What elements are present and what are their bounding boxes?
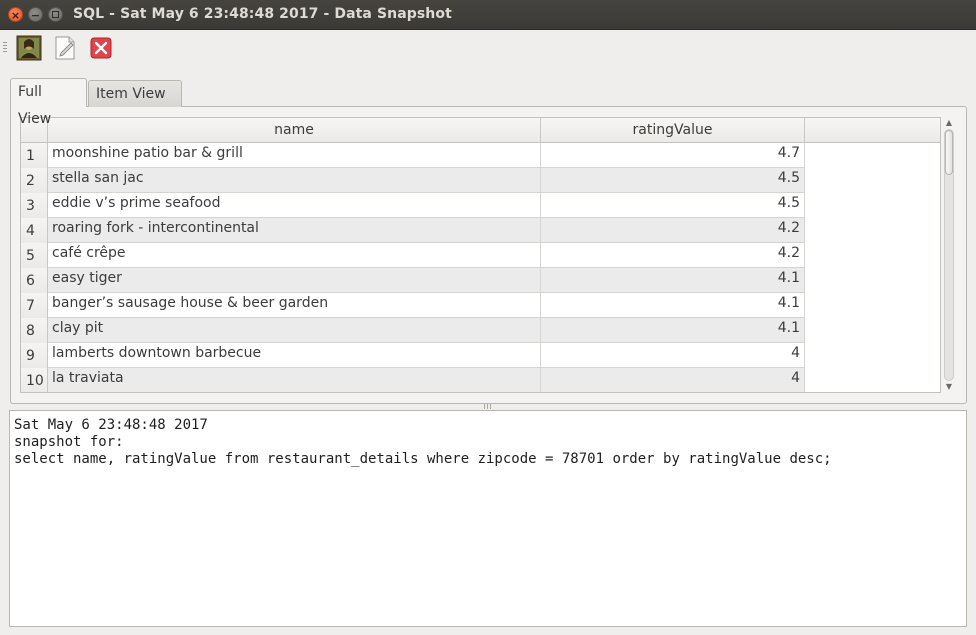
- results-table[interactable]: name ratingValue 1 moonshine patio bar &…: [20, 117, 941, 393]
- delete-button[interactable]: [88, 35, 114, 61]
- portrait-image-icon: [16, 35, 42, 61]
- cell-name[interactable]: lamberts downtown barbecue: [48, 343, 541, 368]
- delete-icon: [90, 37, 112, 59]
- window-title: SQL - Sat May 6 23:48:48 2017 - Data Sna…: [73, 6, 452, 22]
- scroll-track[interactable]: [944, 129, 954, 381]
- window-close-button[interactable]: ×: [8, 7, 23, 22]
- row-header[interactable]: 6: [21, 268, 48, 293]
- table-row[interactable]: 6 easy tiger 4.1: [21, 268, 805, 293]
- document-edit-icon: [55, 36, 75, 60]
- table-row[interactable]: 1 moonshine patio bar & grill 4.7: [21, 143, 805, 168]
- cell-ratingvalue[interactable]: 4.1: [541, 293, 805, 318]
- cell-name[interactable]: eddie v’s prime seafood: [48, 193, 541, 218]
- tab-item-view[interactable]: Item View: [88, 80, 182, 107]
- scroll-up-arrow-icon[interactable]: ▲: [943, 117, 955, 129]
- table-row[interactable]: 4 roaring fork - intercontinental 4.2: [21, 218, 805, 243]
- snapshot-info-text[interactable]: Sat May 6 23:48:48 2017 snapshot for: sele…: [9, 410, 967, 627]
- splitter-handle[interactable]: [484, 404, 492, 409]
- table-empty-area: [805, 143, 940, 392]
- window-minimize-button[interactable]: −: [28, 7, 43, 22]
- table-row[interactable]: 5 café crêpe 4.2: [21, 243, 805, 268]
- portrait-image-button[interactable]: [16, 35, 42, 61]
- snapshot-timestamp: Sat May 6 23:48:48 2017: [14, 417, 208, 433]
- maximize-icon: [52, 11, 59, 18]
- toolbar-grip[interactable]: [3, 42, 7, 54]
- row-header[interactable]: 8: [21, 318, 48, 343]
- cell-name[interactable]: moonshine patio bar & grill: [48, 143, 541, 168]
- table-row[interactable]: 10 la traviata 4: [21, 368, 805, 392]
- cell-ratingvalue[interactable]: 4: [541, 368, 805, 392]
- cell-ratingvalue[interactable]: 4.7: [541, 143, 805, 168]
- snapshot-label: snapshot for:: [14, 434, 124, 450]
- cell-ratingvalue[interactable]: 4.2: [541, 243, 805, 268]
- table-body: 1 moonshine patio bar & grill 4.7 2 stel…: [21, 143, 805, 392]
- cell-ratingvalue[interactable]: 4: [541, 343, 805, 368]
- row-header[interactable]: 1: [21, 143, 48, 168]
- window-maximize-button[interactable]: [48, 7, 63, 22]
- snapshot-query: select name, ratingValue from restaurant…: [14, 451, 832, 467]
- cell-name[interactable]: café crêpe: [48, 243, 541, 268]
- edit-document-button[interactable]: [52, 35, 78, 61]
- table-vertical-scrollbar[interactable]: ▲ ▼: [942, 117, 956, 393]
- row-header[interactable]: 4: [21, 218, 48, 243]
- cell-ratingvalue[interactable]: 4.5: [541, 168, 805, 193]
- row-header[interactable]: 5: [21, 243, 48, 268]
- cell-name[interactable]: banger’s sausage house & beer garden: [48, 293, 541, 318]
- row-header[interactable]: 3: [21, 193, 48, 218]
- cell-name[interactable]: easy tiger: [48, 268, 541, 293]
- cell-ratingvalue[interactable]: 4.2: [541, 218, 805, 243]
- scroll-thumb[interactable]: [945, 130, 953, 175]
- column-header-name[interactable]: name: [48, 118, 541, 143]
- title-bar: × − SQL - Sat May 6 23:48:48 2017 - Data…: [0, 0, 976, 30]
- table-row[interactable]: 3 eddie v’s prime seafood 4.5: [21, 193, 805, 218]
- table-row[interactable]: 7 banger’s sausage house & beer garden 4…: [21, 293, 805, 318]
- table-row[interactable]: 8 clay pit 4.1: [21, 318, 805, 343]
- cell-name[interactable]: roaring fork - intercontinental: [48, 218, 541, 243]
- row-header[interactable]: 9: [21, 343, 48, 368]
- scroll-down-arrow-icon[interactable]: ▼: [943, 381, 955, 393]
- table-row[interactable]: 9 lamberts downtown barbecue 4: [21, 343, 805, 368]
- tab-full-view[interactable]: Full View: [10, 78, 87, 127]
- column-header-ratingvalue[interactable]: ratingValue: [541, 118, 805, 143]
- row-header[interactable]: 2: [21, 168, 48, 193]
- cell-name[interactable]: stella san jac: [48, 168, 541, 193]
- cell-ratingvalue[interactable]: 4.1: [541, 318, 805, 343]
- table-row[interactable]: 2 stella san jac 4.5: [21, 168, 805, 193]
- cell-name[interactable]: la traviata: [48, 368, 541, 392]
- row-header[interactable]: 7: [21, 293, 48, 318]
- cell-name[interactable]: clay pit: [48, 318, 541, 343]
- cell-ratingvalue[interactable]: 4.1: [541, 268, 805, 293]
- column-header-filler: [805, 118, 940, 143]
- cell-ratingvalue[interactable]: 4.5: [541, 193, 805, 218]
- row-header[interactable]: 10: [21, 368, 48, 392]
